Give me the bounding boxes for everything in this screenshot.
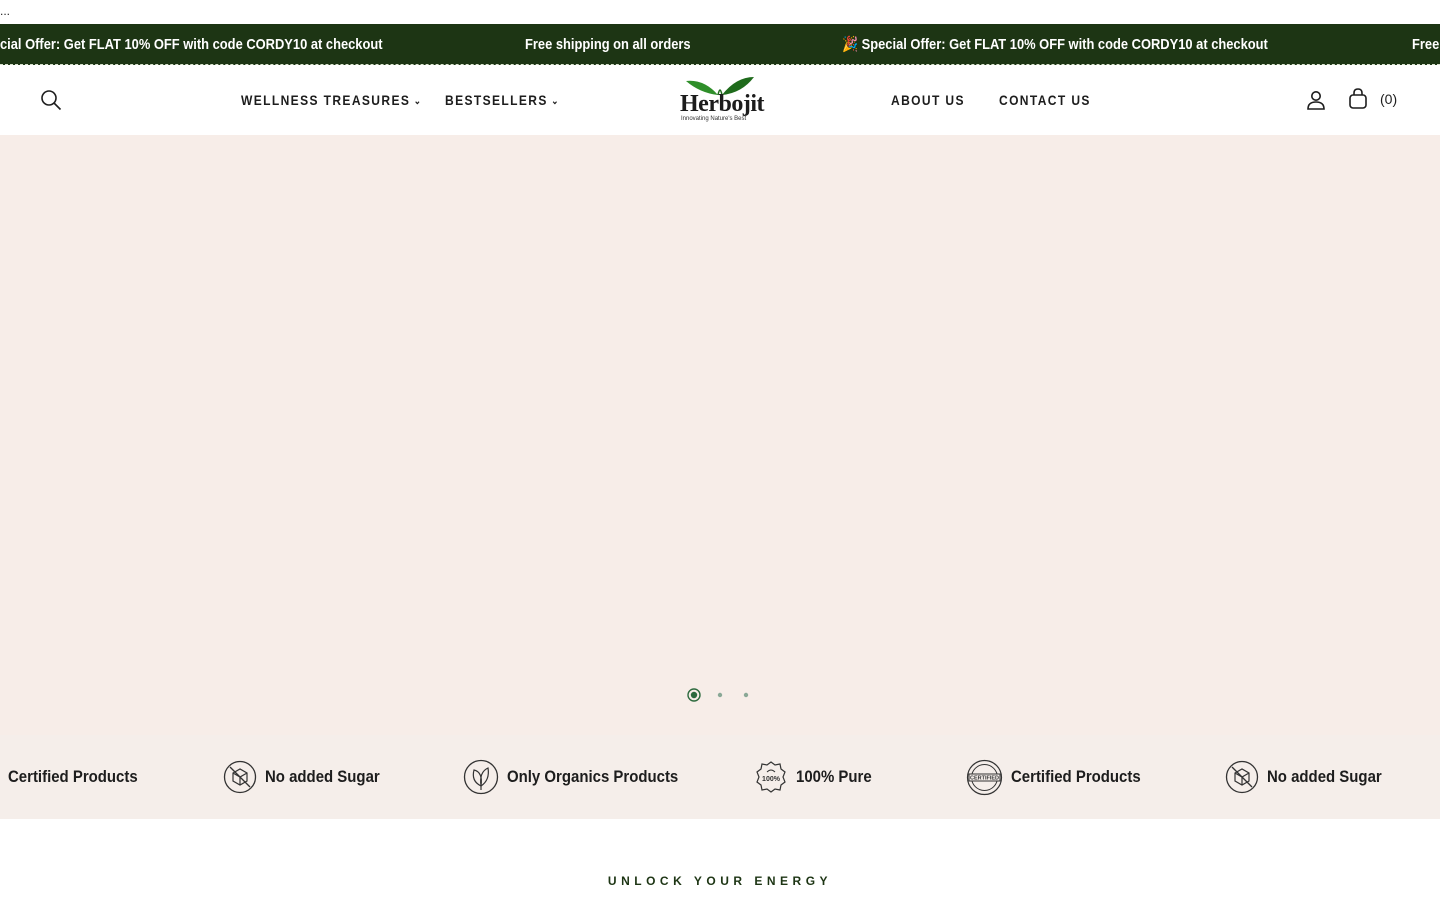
chevron-down-icon: ⌄ bbox=[551, 96, 560, 107]
feature-item: No added Sugar bbox=[223, 735, 395, 819]
nav-contact-us[interactable]: CONTACT US bbox=[999, 65, 1091, 135]
slider-dot-active[interactable] bbox=[686, 688, 702, 702]
organic-icon bbox=[463, 759, 499, 795]
slider-dot[interactable] bbox=[713, 688, 727, 702]
cart-icon[interactable] bbox=[1348, 88, 1368, 115]
feature-label: No added Sugar bbox=[1267, 767, 1382, 786]
nav-label: CONTACT US bbox=[999, 92, 1091, 108]
feature-label: Certified Products bbox=[8, 767, 138, 786]
feature-label: No added Sugar bbox=[265, 767, 380, 786]
svg-text:100%: 100% bbox=[762, 776, 781, 783]
announcement-item[interactable]: 🎉 Special Offer: Get FLAT 10% OFF with c… bbox=[842, 24, 1268, 64]
section-kicker: UNLOCK YOUR ENERGY bbox=[607, 874, 833, 888]
hero-slider[interactable] bbox=[0, 135, 1440, 735]
feature-item: No added Sugar bbox=[1225, 735, 1397, 819]
account-icon[interactable] bbox=[1306, 90, 1326, 115]
certified-icon: CERTIFIED bbox=[966, 759, 1003, 795]
nav-wellness-treasures[interactable]: WELLNESS TREASURES ⌄ bbox=[241, 65, 422, 135]
logo-tagline: Innovating Nature's Best bbox=[681, 116, 747, 122]
nav-label: WELLNESS TREASURES bbox=[241, 92, 411, 108]
slider-dot[interactable] bbox=[739, 688, 753, 702]
herbojit-logo[interactable]: Herbojit Innovating Nature's Best bbox=[678, 75, 764, 127]
feature-label: 100% Pure bbox=[796, 767, 872, 786]
cart-count[interactable]: (0) bbox=[1380, 91, 1397, 107]
logo-wordmark: Herbojit bbox=[680, 91, 764, 117]
no-sugar-icon bbox=[223, 760, 257, 794]
nav-bestsellers[interactable]: BESTSELLERS ⌄ bbox=[445, 65, 560, 135]
feature-item: CERTIFIED Certified Products bbox=[966, 735, 1158, 819]
nav-label: BESTSELLERS bbox=[445, 92, 548, 108]
feature-label: Only Organics Products bbox=[507, 767, 679, 786]
nav-about-us[interactable]: ABOUT US bbox=[891, 65, 965, 135]
feature-label: Certified Products bbox=[1011, 767, 1141, 786]
nav-label: ABOUT US bbox=[891, 92, 965, 108]
search-icon[interactable] bbox=[40, 89, 62, 116]
svg-text:CERTIFIED: CERTIFIED bbox=[970, 775, 999, 781]
announcement-item[interactable]: Free shipping on all orders bbox=[525, 24, 691, 64]
top-ellipsis: ... bbox=[0, 4, 11, 18]
feature-item: 100% 100% Pure bbox=[754, 735, 882, 819]
feature-item: Certified Products bbox=[0, 735, 155, 819]
announcement-item[interactable]: Free bbox=[1412, 24, 1439, 64]
pure-100-icon: 100% bbox=[756, 761, 786, 793]
announcement-bar: cial Offer: Get FLAT 10% OFF with code C… bbox=[0, 24, 1440, 65]
no-sugar-icon bbox=[1225, 760, 1259, 794]
feature-marquee: Certified Products No added Sugar Only O… bbox=[0, 735, 1440, 819]
chevron-down-icon: ⌄ bbox=[413, 96, 423, 107]
announcement-item[interactable]: cial Offer: Get FLAT 10% OFF with code C… bbox=[0, 24, 383, 64]
feature-item: Only Organics Products bbox=[463, 735, 702, 819]
